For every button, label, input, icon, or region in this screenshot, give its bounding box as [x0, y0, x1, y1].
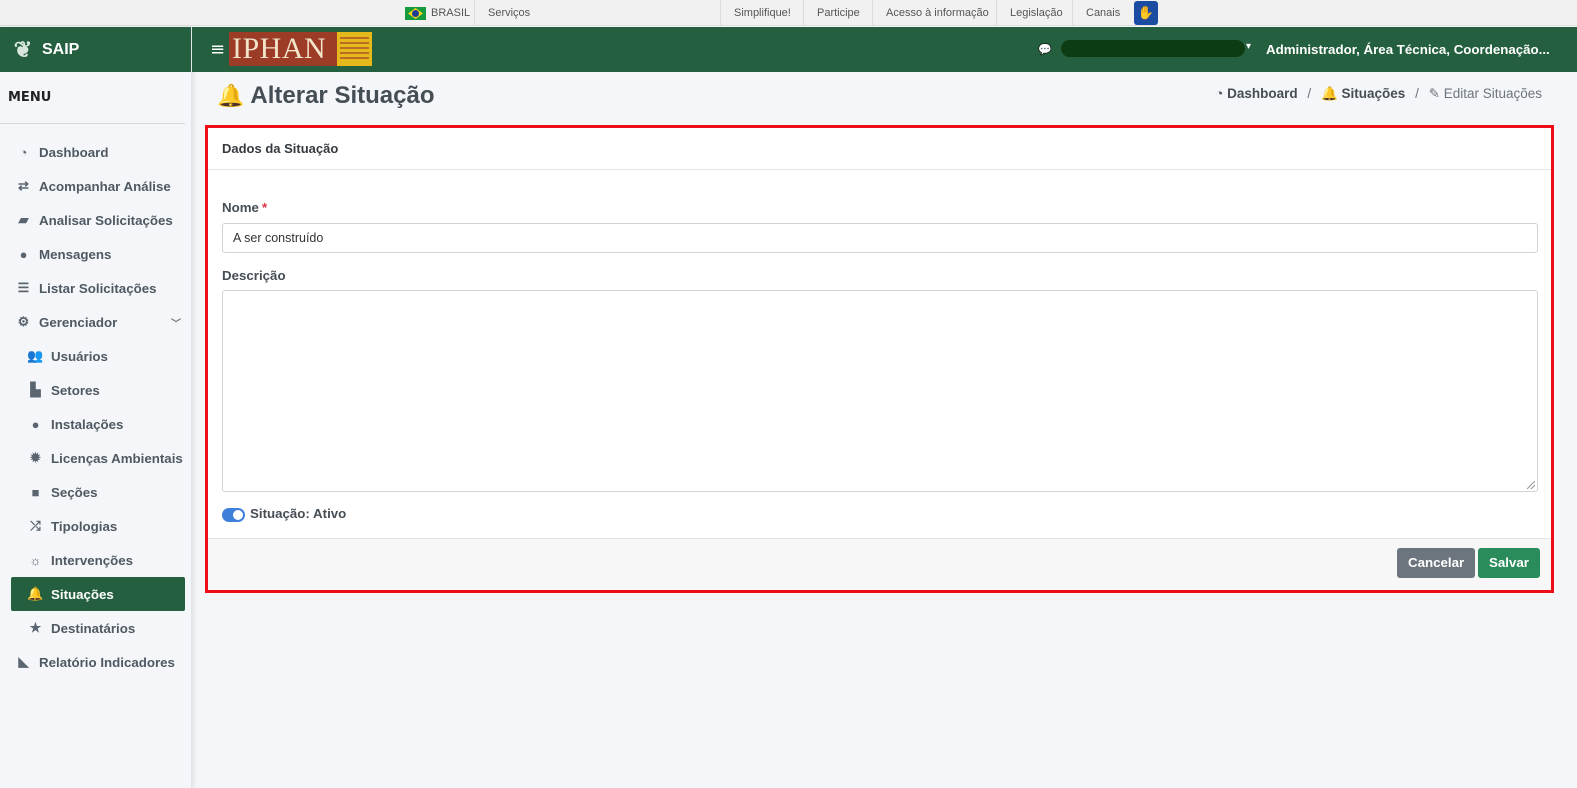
dashboard-icon: ◔: [1215, 86, 1224, 101]
saip-logo-icon: ❦: [13, 36, 33, 62]
page-title-text: Alterar Situação: [250, 82, 435, 109]
breadcrumb-dashboard[interactable]: Dashboard: [1227, 86, 1298, 101]
iphan-logo-text: IPHAN: [232, 32, 327, 65]
gov-link-legislacao[interactable]: Legislação: [996, 0, 1076, 26]
sidebar-item-tipologias[interactable]: ⤮ Tipologias: [0, 509, 191, 543]
exchange-icon: ⇄: [18, 178, 29, 193]
sidebar-item-usuarios[interactable]: 👥 Usuários: [0, 339, 191, 373]
brand-name: SAIP: [42, 40, 80, 58]
industry-icon: ▙: [30, 382, 41, 397]
nome-input[interactable]: A ser construído: [222, 223, 1538, 253]
sidebar-item-licencas-ambientais[interactable]: ✹ Licenças Ambientais: [0, 441, 191, 475]
sidebar-item-gerenciador[interactable]: ⚙ Gerenciador ﹀: [0, 305, 191, 339]
redacted-user-field[interactable]: [1061, 40, 1245, 57]
breadcrumb: ◔ Dashboard / 🔔 Situações / ✎ Editar Sit…: [1215, 86, 1542, 102]
situacao-toggle-label[interactable]: Situação: Ativo: [250, 506, 346, 521]
cancel-button[interactable]: Cancelar: [1397, 548, 1476, 578]
certificate-icon: ✹: [30, 450, 41, 465]
gov-bar: BRASIL Serviços Simplifique! Participe A…: [0, 0, 1577, 26]
situacao-form-card: Dados da Situação Nome * A ser construído…: [205, 125, 1554, 593]
sidebar-item-relatorio-indicadores[interactable]: ◣ Relatório Indicadores: [0, 645, 191, 679]
vlibras-icon[interactable]: ✋: [1134, 1, 1158, 25]
breadcrumb-separator: /: [1415, 86, 1419, 101]
situacao-toggle[interactable]: [222, 508, 245, 522]
card-title: Dados da Situação: [208, 128, 1551, 170]
edit-icon: ✎: [1428, 86, 1440, 101]
gov-link-canais[interactable]: Canais: [1072, 0, 1133, 26]
sidebar-item-situacoes[interactable]: 🔔 Situações: [11, 577, 185, 611]
menu-title: MENU: [0, 72, 185, 124]
descricao-textarea[interactable]: [222, 290, 1538, 492]
top-navbar: ≡ IPHAN 💬 ▾ Administrador, Área Técnica,…: [192, 27, 1577, 72]
brand[interactable]: ❦ SAIP: [0, 27, 191, 72]
gov-link-participe[interactable]: Participe: [803, 0, 873, 26]
dashboard-icon: ◔: [19, 144, 28, 160]
chevron-down-icon: ﹀: [171, 318, 181, 330]
caret-down-icon[interactable]: ▾: [1246, 41, 1251, 52]
list-icon: ☰: [17, 280, 30, 295]
sidebar-item-analisar-solicitacoes[interactable]: ▰ Analisar Solicitações: [0, 203, 191, 237]
sun-icon: ☼: [29, 552, 42, 568]
user-role-info[interactable]: Administrador, Área Técnica, Coordenação…: [1266, 27, 1550, 72]
breadcrumb-separator: /: [1307, 86, 1312, 101]
card-footer: Cancelar Salvar: [208, 538, 1551, 590]
star-icon: ★: [29, 620, 42, 635]
sidebar-nav: ◔ Dashboard ⇄ Acompanhar Análise ▰ Analisar…: [0, 135, 191, 679]
sidebar-item-dashboard[interactable]: ◔ Dashboard: [0, 135, 191, 169]
required-marker: *: [261, 200, 268, 215]
book-icon: ▰: [18, 212, 29, 227]
bell-icon: 🔔: [1320, 86, 1338, 101]
breadcrumb-editar-situacoes: Editar Situações: [1443, 86, 1542, 101]
random-icon: ⤮: [30, 518, 41, 533]
sidebar-item-setores[interactable]: ▙ Setores: [0, 373, 191, 407]
sidebar-item-acompanhar-analise[interactable]: ⇄ Acompanhar Análise: [0, 169, 191, 203]
hamburger-menu-icon[interactable]: ≡: [210, 39, 225, 60]
sidebar-item-destinatarios[interactable]: ★ Destinatários: [0, 611, 191, 645]
sidebar-item-secoes[interactable]: ■ Seções: [0, 475, 191, 509]
sidebar-item-instalacoes[interactable]: ● Instalações: [0, 407, 191, 441]
circle-icon: ●: [31, 416, 40, 432]
save-button[interactable]: Salvar: [1478, 548, 1540, 578]
sidebar-item-mensagens[interactable]: ● Mensagens: [0, 237, 191, 271]
comments-icon: ●: [19, 246, 28, 262]
sidebar-item-intervencoes[interactable]: ☼ Intervenções: [0, 543, 191, 577]
iphan-logo[interactable]: IPHAN: [229, 32, 372, 66]
gov-link-acesso[interactable]: Acesso à informação: [872, 0, 1002, 26]
iphan-emblem: [337, 32, 372, 66]
gov-link-simplifique[interactable]: Simplifique!: [720, 0, 804, 26]
bell-icon: 🔔: [27, 586, 44, 601]
users-icon: 👥: [27, 348, 44, 363]
chart-area-icon: ◣: [18, 654, 29, 669]
sidebar: ❦ SAIP MENU ◔ Dashboard ⇄ Acompanhar Análi…: [0, 27, 192, 788]
bell-icon: 🔔: [217, 83, 245, 108]
breadcrumb-situacoes[interactable]: Situações: [1342, 86, 1406, 101]
cogs-icon: ⚙: [17, 314, 30, 329]
square-icon: ■: [31, 484, 40, 500]
gov-link-servicos[interactable]: Serviços: [474, 0, 720, 26]
comments-icon[interactable]: 💬: [1038, 43, 1052, 56]
descricao-label: Descrição: [222, 268, 286, 283]
nome-label: Nome *: [222, 200, 268, 215]
page-title: 🔔 Alterar Situação: [217, 82, 434, 110]
sidebar-item-listar-solicitacoes[interactable]: ☰ Listar Solicitações: [0, 271, 191, 305]
